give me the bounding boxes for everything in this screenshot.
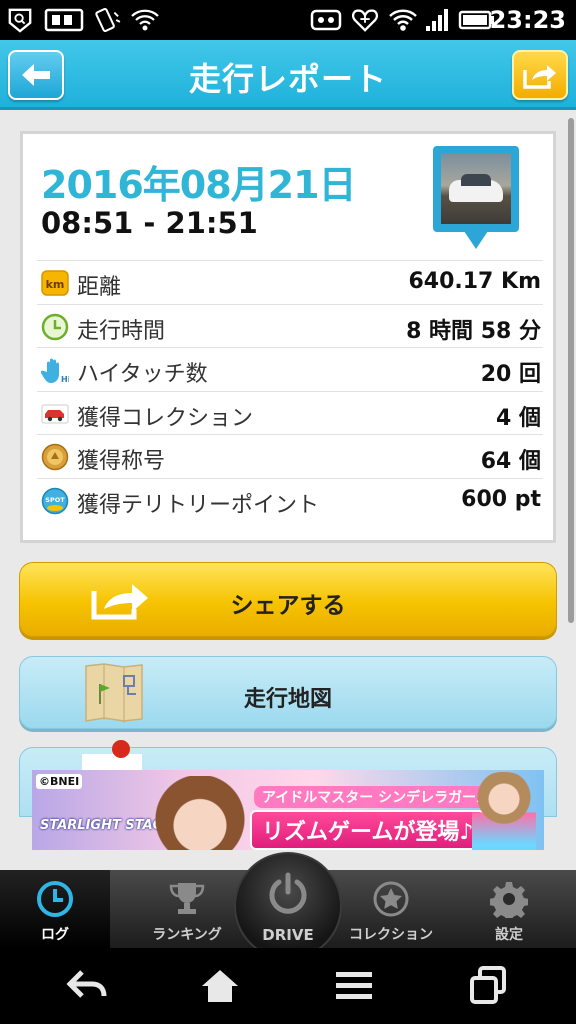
drive-button-label: DRIVE [262,926,314,944]
ad-character-image [472,772,536,850]
report-date: 2016年08月21日 [41,163,357,207]
tab-label: ログ [41,927,69,943]
drive-button[interactable]: DRIVE [234,852,342,960]
system-nav-bar [0,948,576,1024]
page-title: 走行レポート [188,60,387,98]
spot-icon: SPOT [41,487,69,514]
stat-row-drive-time: 走行時間 8 時間 58 分 [37,303,543,348]
hand-icon: Hi [41,358,69,384]
tab-label: 設定 [495,927,523,943]
vibrate-icon [95,7,121,33]
star-icon [373,881,409,917]
pin-icon [112,740,130,758]
share-icon [523,65,556,89]
stat-value: 64 個 [480,449,541,474]
signal-icon [426,9,448,31]
stats-list: km 距離 640.17 Km 走行時間 8 時間 58 分 Hi ハイタッチ数 [37,260,543,521]
back-icon[interactable] [64,964,112,1008]
trophy-icon [169,883,205,914]
ad-banner[interactable]: ©BNEI STARLIGHT STAGE アイドルマスター シンデレラガールズ… [32,770,544,850]
stat-label: 走行時間 [77,318,166,344]
mask-icon [310,9,342,31]
header-share-button[interactable] [512,50,568,100]
ad-logo: ©BNEI [36,774,83,789]
tab-settings[interactable]: 設定 [454,870,564,948]
ad-headline: リズムゲームが登場♪ [250,810,486,850]
tab-log[interactable]: ログ [0,870,110,948]
clock-time: 23:23 [489,6,566,34]
share-button-label: シェアする [230,593,346,619]
stat-value: 640.17 Km [408,269,541,294]
stat-value: 4 個 [496,405,541,431]
stat-label: 獲得称号 [77,449,166,474]
scrollbar[interactable] [568,118,574,623]
tab-label: コレクション [349,927,433,943]
stat-row-high-touch: Hi ハイタッチ数 20 回 [37,347,543,391]
photo-thumbnail[interactable] [433,146,519,256]
wifi-icon [389,9,417,31]
stat-label: ハイタッチ数 [77,362,208,387]
stat-label: 獲得コレクション [77,405,254,431]
drive-map-button-label: 走行地図 [243,687,332,712]
sim-icon [44,8,84,32]
stat-row-collection: 獲得コレクション 4 個 [37,390,543,435]
stat-value: 8 時間 58 分 [406,318,541,344]
stat-label: 獲得テリトリーポイント [77,492,320,518]
recent-apps-icon[interactable] [464,964,512,1008]
content-area[interactable]: 2016年08月21日 08:51 - 21:51 km 距離 640.17 K… [0,113,566,870]
stat-row-titles: 獲得称号 64 個 [37,434,543,478]
search-badge-icon [8,8,32,33]
svg-text:Hi: Hi [61,375,69,384]
svg-text:km: km [46,278,65,291]
car-icon [41,404,69,423]
clock-icon [41,313,69,340]
tab-label: ランキング [152,927,222,943]
medal-icon [41,443,69,471]
tab-ranking[interactable]: ランキング [132,870,242,948]
stat-value: 20 回 [480,362,541,387]
status-bar: 23:23 [0,0,576,40]
km-icon: km [41,270,69,296]
stat-value: 600 pt [461,486,541,512]
stat-row-distance: km 距離 640.17 Km [37,260,543,304]
share-button[interactable]: シェアする [19,562,557,637]
menu-icon[interactable] [330,964,378,1008]
svg-text:SPOT: SPOT [45,496,65,504]
gear-icon [490,882,528,918]
report-time-range: 08:51 - 21:51 [41,206,258,240]
drive-map-button[interactable]: 走行地図 [19,656,557,729]
app-header: 走行レポート [0,40,576,110]
wifi-icon [131,9,159,31]
stat-row-territory: SPOT 獲得テリトリーポイント 600 pt [37,477,543,522]
tab-collection[interactable]: コレクション [336,870,446,948]
ad-character-image [150,776,250,850]
heart-icon [351,9,379,32]
home-icon[interactable] [196,964,244,1008]
stat-label: 距離 [77,275,122,300]
clock-icon [37,881,73,917]
report-card: 2016年08月21日 08:51 - 21:51 km 距離 640.17 K… [20,131,556,543]
car-photo [441,154,511,224]
power-icon [269,872,307,914]
